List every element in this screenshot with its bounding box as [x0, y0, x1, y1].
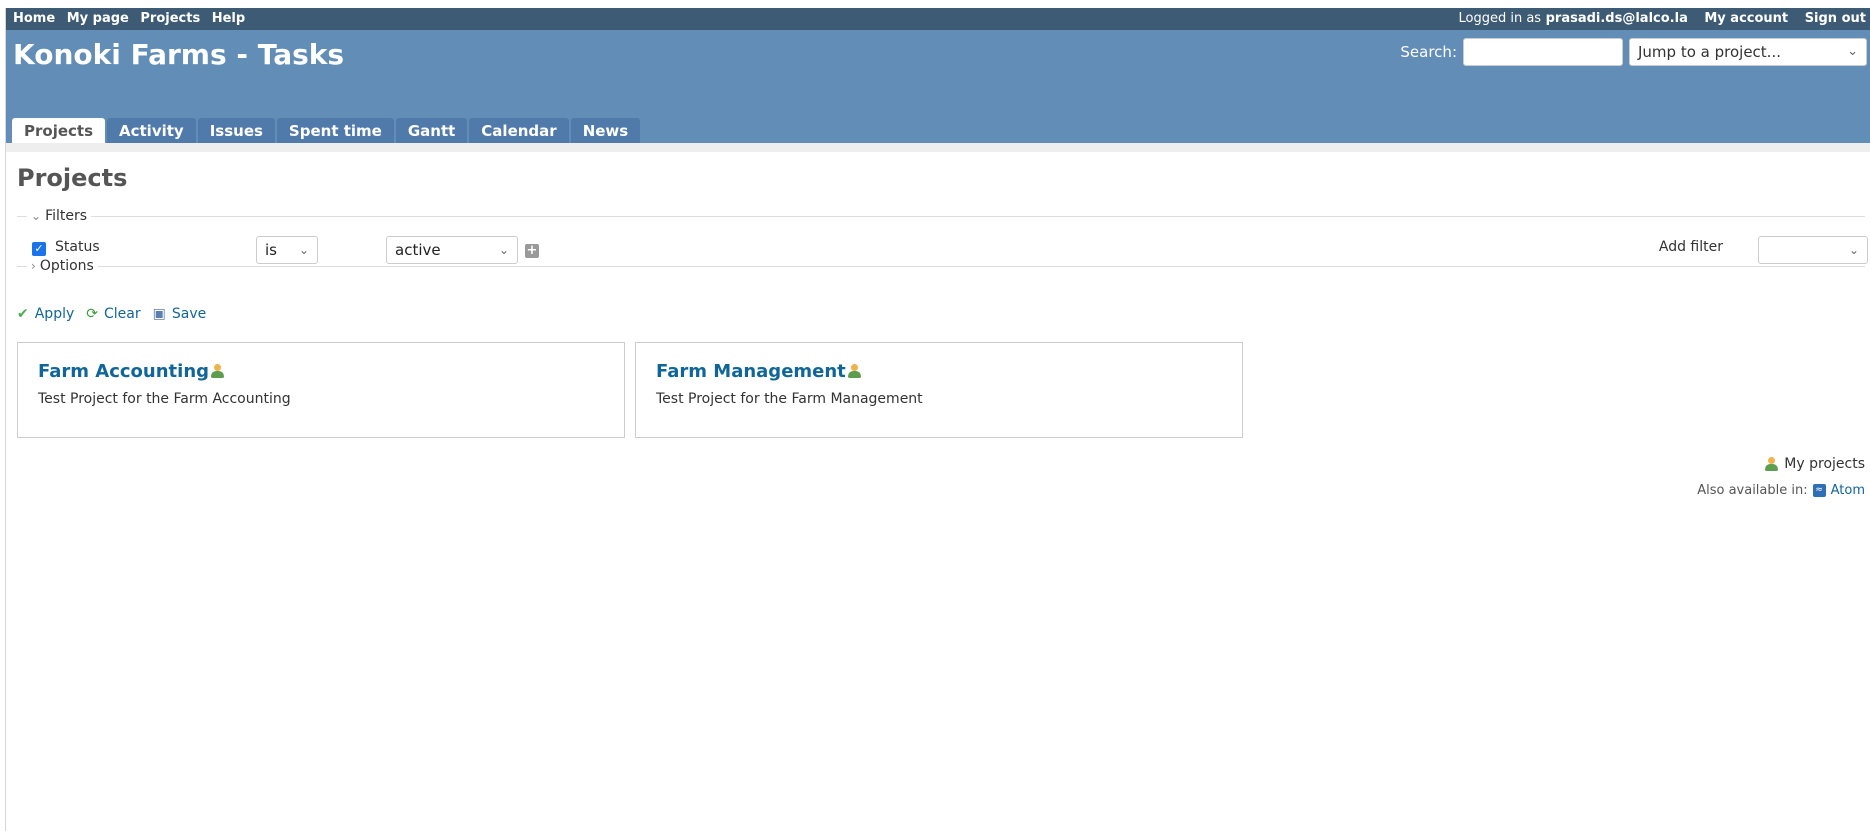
filters-legend: Filters	[45, 208, 88, 224]
top-menu-left: Home My page Projects Help	[13, 11, 252, 26]
chevron-right-icon: ›	[31, 259, 36, 273]
header-divider	[6, 143, 1870, 152]
save-icon: ▣	[152, 306, 166, 322]
search-label: Search:	[1400, 43, 1457, 61]
save-label: Save	[171, 306, 207, 322]
top-menu-my-page[interactable]: My page	[67, 11, 129, 26]
chevron-down-icon: ⌄	[1847, 44, 1858, 59]
project-card: Farm Accounting Test Project for the Far…	[17, 342, 625, 438]
page-frame: Home My page Projects Help Logged in as …	[5, 8, 1870, 831]
my-account-link[interactable]: My account	[1704, 11, 1788, 26]
chevron-down-icon: ⌄	[31, 209, 42, 223]
save-button[interactable]: ▣ Save	[153, 306, 207, 322]
chevron-down-icon: ⌄	[1848, 243, 1859, 257]
filter-row-status: ✓ Status is ⌄ active ⌄ + Add filter ⌄	[28, 236, 1868, 266]
search-area: Search: Jump to a project... ⌄	[1400, 38, 1867, 66]
apply-label: Apply	[34, 306, 75, 322]
check-icon: ✔	[17, 306, 29, 322]
also-available-label: Also available in:	[1697, 483, 1808, 498]
my-projects-legend: My projects	[1763, 456, 1865, 472]
clear-button[interactable]: ⟳ Clear	[86, 306, 140, 322]
atom-link[interactable]: Atom	[1831, 483, 1865, 498]
clear-icon: ⟳	[86, 306, 98, 322]
site-title: Konoki Farms - Tasks	[13, 38, 345, 71]
project-link[interactable]: Farm Accounting	[38, 361, 209, 382]
user-icon	[847, 364, 861, 378]
other-formats: Also available in: ≈ Atom	[1697, 483, 1865, 498]
jump-to-project-placeholder: Jump to a project...	[1638, 43, 1781, 61]
status-value: active	[395, 241, 441, 259]
query-actions: ✔ Apply ⟳ Clear ▣ Save	[17, 306, 206, 322]
page-title: Projects	[17, 164, 128, 192]
project-list: Farm Accounting Test Project for the Far…	[17, 342, 1243, 438]
top-menu-home[interactable]: Home	[13, 11, 55, 26]
add-filter-label: Add filter	[1658, 239, 1723, 255]
plus-icon[interactable]: +	[525, 244, 539, 258]
project-link[interactable]: Farm Management	[656, 361, 846, 382]
top-menu: Home My page Projects Help Logged in as …	[6, 8, 1870, 30]
status-filter-label: Status	[55, 239, 100, 255]
main-tabs: Projects Activity Issues Spent time Gant…	[12, 118, 641, 143]
status-value-select[interactable]: active ⌄	[386, 236, 518, 264]
tab-news[interactable]: News	[570, 118, 641, 143]
options-fieldset: › Options	[17, 258, 1865, 274]
chevron-down-icon: ⌄	[498, 243, 509, 257]
tab-spent-time[interactable]: Spent time	[276, 118, 394, 143]
status-filter-checkbox[interactable]: ✓	[32, 242, 46, 256]
top-menu-right: Logged in as prasadi.ds@lalco.la My acco…	[1459, 11, 1867, 26]
tab-projects[interactable]: Projects	[12, 118, 106, 143]
sign-out-link[interactable]: Sign out	[1805, 11, 1866, 26]
tab-calendar[interactable]: Calendar	[469, 118, 569, 143]
chevron-down-icon: ⌄	[298, 243, 309, 257]
main-content: Projects ⌄ Filters ✓ Status is ⌄ active ⌄…	[6, 152, 1870, 831]
apply-button[interactable]: ✔ Apply	[17, 306, 74, 322]
filters-fieldset: ⌄ Filters	[17, 208, 1865, 224]
logged-in-user[interactable]: prasadi.ds@lalco.la	[1546, 11, 1688, 26]
top-menu-projects[interactable]: Projects	[140, 11, 200, 26]
clear-label: Clear	[104, 306, 141, 322]
project-card: Farm Management Test Project for the Far…	[635, 342, 1243, 438]
jump-to-project-select[interactable]: Jump to a project... ⌄	[1629, 38, 1867, 66]
filters-toggle[interactable]: ⌄ Filters	[27, 208, 92, 224]
header: Konoki Farms - Tasks Search: Jump to a p…	[6, 30, 1870, 143]
user-icon	[1764, 457, 1779, 471]
feed-icon: ≈	[1812, 484, 1826, 497]
status-operator-value: is	[265, 241, 277, 259]
user-icon	[210, 364, 225, 378]
project-description: Test Project for the Farm Management	[656, 391, 923, 407]
options-legend: Options	[39, 258, 94, 274]
my-projects-label: My projects	[1784, 456, 1865, 472]
search-input[interactable]	[1463, 38, 1623, 66]
status-operator-select[interactable]: is ⌄	[256, 236, 318, 264]
project-description: Test Project for the Farm Accounting	[38, 391, 291, 407]
options-toggle[interactable]: › Options	[27, 258, 98, 274]
tab-issues[interactable]: Issues	[197, 118, 275, 143]
tab-gantt[interactable]: Gantt	[395, 118, 468, 143]
top-menu-help[interactable]: Help	[212, 11, 245, 26]
tab-activity[interactable]: Activity	[107, 118, 196, 143]
add-filter-select[interactable]: ⌄	[1758, 236, 1868, 264]
logged-in-label: Logged in as	[1458, 11, 1542, 26]
